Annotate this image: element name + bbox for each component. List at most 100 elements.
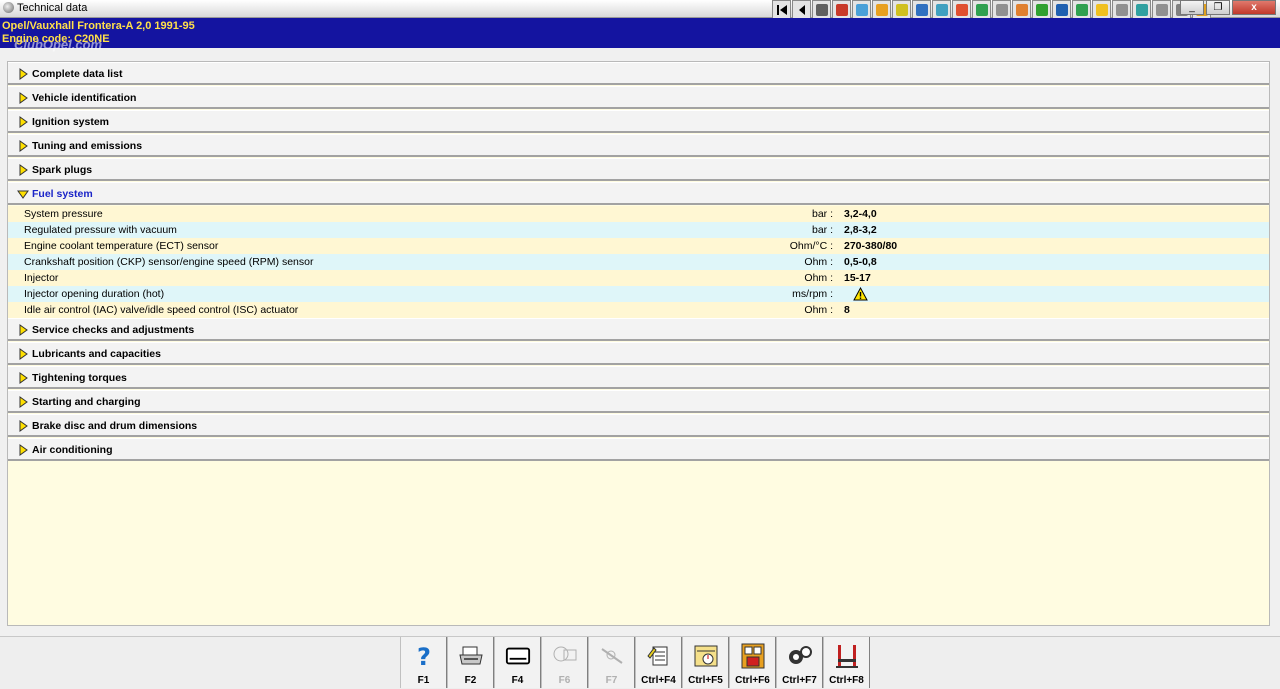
relay-icon[interactable] [1032,0,1051,19]
fkey-f4[interactable]: F4 [494,637,541,688]
row-value: 270-380/80 [844,240,898,252]
section-lubricants-and-capacities[interactable]: Lubricants and capacities [8,342,1269,365]
wiper-icon[interactable] [1112,0,1131,19]
expand-right-icon [17,140,29,152]
jack-icon [834,643,860,669]
spanner-icon[interactable] [1012,0,1031,19]
diagram-icon[interactable] [852,0,871,19]
section-label: Spark plugs [32,164,93,176]
fkey-label: Ctrl+F5 [688,675,723,686]
chart-icon[interactable] [832,0,851,19]
row-name: Regulated pressure with vacuum [24,224,177,236]
steering-icon[interactable] [1132,0,1151,19]
fkey-ctrl-f4[interactable]: Ctrl+F4 [635,637,682,688]
fkey-ctrl-f7[interactable]: Ctrl+F7 [776,637,823,688]
fkey-f1[interactable]: ? F1 [400,637,447,688]
battery-icon[interactable] [892,0,911,19]
fkey-label: F1 [417,675,430,686]
warning-icon[interactable] [812,0,831,19]
fkey-label: F4 [511,675,524,686]
section-tightening-torques[interactable]: Tightening torques [8,366,1269,389]
section-starting-and-charging[interactable]: Starting and charging [8,390,1269,413]
section-label: Lubricants and capacities [32,348,161,360]
section-spark-plugs[interactable]: Spark plugs [8,158,1269,181]
row-unit: ms/rpm : [792,288,833,300]
fkey-label: Ctrl+F8 [829,675,864,686]
icon-toolbar [772,0,1212,20]
timer-icon [693,643,719,669]
section-label: Air conditioning [32,444,113,456]
vehicle-header: ClubOpel.com Opel/Vauxhall Frontera-A 2,… [0,18,1280,52]
expand-right-icon [17,420,29,432]
svg-text:?: ? [417,643,431,669]
data-row: Regulated pressure with vacuum bar : 2,8-3… [8,222,1269,238]
tyre-icon[interactable] [1092,0,1111,19]
section-air-conditioning[interactable]: Air conditioning [8,438,1269,461]
expand-right-icon [17,444,29,456]
lift-icon[interactable] [952,0,971,19]
app-icon [3,2,14,13]
car-icon[interactable] [1072,0,1091,19]
dbinfo-icon [552,643,578,669]
minimize-button[interactable]: _ [1180,0,1204,15]
row-name: System pressure [24,208,103,220]
section-complete-data-list[interactable]: Complete data list [8,62,1269,85]
data-row: System pressure bar : 3,2-4,0 [8,206,1269,222]
screen-icon [505,643,531,669]
oil-icon[interactable] [992,0,1011,19]
expand-right-icon [17,348,29,360]
engine-code: Engine code: C20NE [2,33,110,45]
section-ignition-system[interactable]: Ignition system [8,110,1269,133]
section-tuning-and-emissions[interactable]: Tuning and emissions [8,134,1269,157]
fkey-ctrl-f5[interactable]: Ctrl+F5 [682,637,729,688]
section-vehicle-identification[interactable]: Vehicle identification [8,86,1269,109]
triangle-icon[interactable] [1152,0,1171,19]
gear-icon[interactable] [872,0,891,19]
close-button[interactable]: x [1232,0,1276,15]
fkey-label: F6 [558,675,571,686]
row-unit: Ohm : [804,272,833,284]
engine-icon[interactable] [972,0,991,19]
gears-icon [787,643,813,669]
row-name: Crankshaft position (CKP) sensor/engine … [24,256,314,268]
data-row: Idle air control (IAC) valve/idle speed … [8,302,1269,318]
prev-icon[interactable] [792,0,811,19]
wheel-icon[interactable] [912,0,931,19]
technical-data-panel: Complete data list Vehicle identification… [7,61,1270,626]
section-label: Ignition system [32,116,110,128]
section-label: Vehicle identification [32,92,137,104]
fkey-f6[interactable]: F6 [541,637,588,688]
expand-right-icon [17,164,29,176]
section-fuel-system[interactable]: Fuel system [8,182,1269,205]
window-title: Technical data [17,2,88,14]
expand-right-icon [17,372,29,384]
section-brake-disc-and-drum-dimensions[interactable]: Brake disc and drum dimensions [8,414,1269,437]
fkey-f2[interactable]: F2 [447,637,494,688]
expand-right-icon [17,92,29,104]
satellite-icon [599,643,625,669]
vehicle-model: Opel/Vauxhall Frontera-A 2,0 1991-95 [2,20,195,32]
row-unit: bar : [811,224,833,236]
expand-right-icon [17,68,29,80]
row-name: Injector opening duration (hot) [24,288,165,300]
fuse-icon[interactable] [1052,0,1071,19]
section-label: Service checks and adjustments [32,324,195,336]
fkey-ctrl-f8[interactable]: Ctrl+F8 [823,637,870,688]
fkey-f7[interactable]: F7 [588,637,635,688]
section-label: Tightening torques [32,372,127,384]
first-icon[interactable] [772,0,791,19]
restore-button[interactable]: ❐ [1206,0,1230,15]
data-row: Injector Ohm : 15-17 [8,270,1269,286]
row-value: 8 [844,304,850,316]
data-row: Engine coolant temperature (ECT) sensor O… [8,238,1269,254]
title-bar: Technical data _ ❐ x [0,0,1280,20]
section-service-checks-and-adjustments[interactable]: Service checks and adjustments [8,318,1269,341]
row-unit: Ohm : [804,304,833,316]
fkey-label: F7 [605,675,618,686]
tool-icon[interactable] [932,0,951,19]
data-row: Injector opening duration (hot) ms/rpm : [8,286,1269,302]
row-unit: Ohm : [804,256,833,268]
row-name: Injector [24,272,59,284]
fkey-ctrl-f6[interactable]: Ctrl+F6 [729,637,776,688]
row-name: Idle air control (IAC) valve/idle speed … [24,304,299,316]
